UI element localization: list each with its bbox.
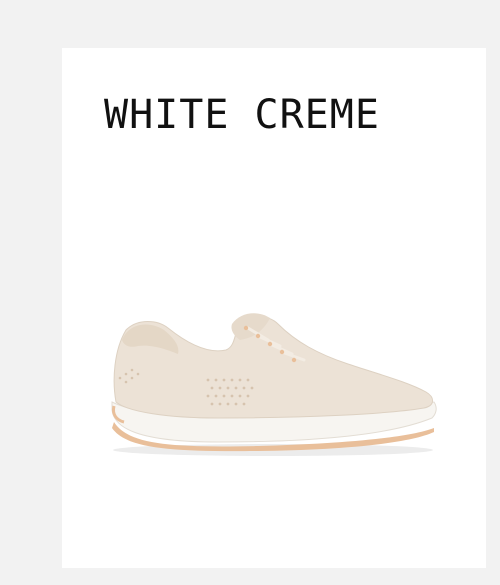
sneaker-icon (111, 313, 437, 456)
page: WHITE CREME (0, 0, 500, 585)
product-color-card[interactable]: WHITE CREME (62, 48, 486, 568)
color-name-title: WHITE CREME (104, 92, 380, 138)
